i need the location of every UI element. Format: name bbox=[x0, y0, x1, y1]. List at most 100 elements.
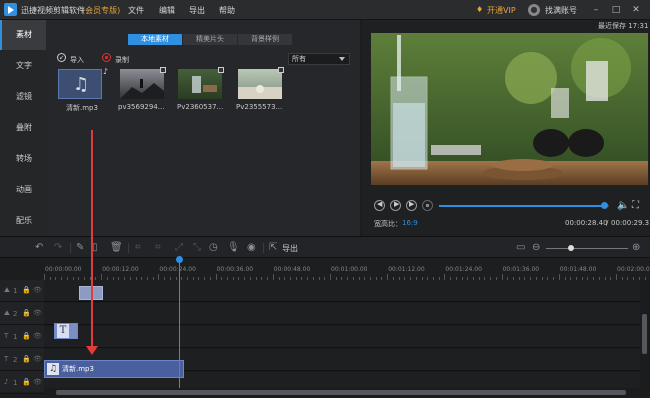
chevron-down-icon bbox=[339, 57, 345, 61]
media-filter-select[interactable]: 所有 bbox=[288, 53, 350, 65]
lock-icon[interactable]: 🔒 bbox=[22, 309, 31, 317]
zoom-out-icon[interactable]: ⊖ bbox=[532, 242, 540, 254]
nav-item-music[interactable]: 配乐 bbox=[0, 206, 46, 236]
preview-progress-bar[interactable] bbox=[439, 202, 609, 209]
export-icon[interactable]: ⇱ bbox=[269, 242, 277, 254]
media-item-video-1[interactable] bbox=[120, 67, 166, 99]
media-item-video-2[interactable] bbox=[178, 67, 224, 99]
ruler-tick-label: 00:00:48.00 bbox=[273, 266, 311, 273]
stop-button[interactable] bbox=[422, 200, 433, 211]
preview-panel: 最近保存 17:31 ◀ ▶ ▶ 🔈 ⛶ 宽高比： 16:9 00:00:28.… bbox=[362, 20, 650, 236]
account-button[interactable]: 找满账号 bbox=[545, 5, 577, 16]
play-button[interactable]: ▶ bbox=[390, 200, 401, 211]
text-clip-icon: T bbox=[57, 324, 69, 338]
vertical-scroll-thumb[interactable] bbox=[642, 314, 647, 354]
speed-icon[interactable]: ⤡ bbox=[193, 242, 201, 254]
delete-icon[interactable]: 🗑 bbox=[110, 242, 123, 254]
timeline-ruler[interactable]: 00:00:00.00 00:00:12.00 00:00:24.00 00:00:3… bbox=[44, 258, 650, 280]
horizontal-scroll-thumb[interactable] bbox=[56, 390, 626, 395]
redo-icon[interactable]: ↷ bbox=[54, 242, 62, 254]
lock-icon[interactable]: 🔒 bbox=[22, 286, 31, 294]
media-item-label-3: Pv2360537... bbox=[177, 103, 224, 111]
fit-timeline-icon[interactable]: ▭ bbox=[516, 242, 525, 254]
track-index: 2 bbox=[13, 310, 18, 318]
zoom-in-icon[interactable]: ⊕ bbox=[632, 242, 640, 254]
tab-intros[interactable]: 精美片头 bbox=[183, 34, 237, 45]
track-row bbox=[44, 303, 640, 325]
crop-icon[interactable]: ⌗ bbox=[135, 242, 141, 254]
volume-icon[interactable]: 🔈 bbox=[617, 200, 629, 211]
next-frame-button[interactable]: ▶ bbox=[406, 200, 417, 211]
eye-icon[interactable]: 👁 bbox=[33, 332, 42, 340]
menu-help[interactable]: 帮助 bbox=[219, 5, 235, 16]
minimize-icon[interactable]: – bbox=[590, 4, 602, 16]
duration-icon[interactable]: ◷ bbox=[209, 242, 218, 254]
ruler-tick-label: 00:01:24.00 bbox=[445, 266, 482, 273]
video-thumbnail-2 bbox=[192, 76, 217, 93]
track-header: ⛰ 1 🔒 👁 bbox=[0, 280, 44, 302]
playhead-handle[interactable] bbox=[176, 256, 183, 263]
prev-frame-button[interactable]: ◀ bbox=[374, 200, 385, 211]
undo-icon[interactable]: ↶ bbox=[35, 242, 43, 254]
lock-icon[interactable]: 🔒 bbox=[22, 378, 31, 386]
vip-icon: ♦ bbox=[476, 5, 484, 14]
track-headers: ⛰ 1 🔒 👁 ⛰ 2 🔒 👁 T 1 🔒 👁 T 2 🔒 👁 ♪ 1 🔒 👁 bbox=[0, 280, 44, 394]
tab-background-samples[interactable]: 背景样例 bbox=[238, 34, 292, 45]
vip-button[interactable]: 开通VIP bbox=[487, 5, 516, 16]
nav-item-filter[interactable]: 滤镜 bbox=[0, 82, 46, 112]
dub-icon[interactable]: ◉ bbox=[247, 242, 256, 254]
nav-item-overlay[interactable]: 叠附 bbox=[0, 113, 46, 143]
lock-icon[interactable]: 🔒 bbox=[22, 355, 31, 363]
eye-icon[interactable]: 👁 bbox=[33, 309, 42, 317]
zoom-region-icon[interactable]: ⤢ bbox=[175, 242, 183, 254]
app-logo-icon bbox=[4, 3, 17, 16]
autosave-status: 最近保存 17:31 bbox=[598, 22, 649, 30]
audio-clip-label: 清新.mp3 bbox=[62, 365, 94, 373]
title-bar: 迅捷视频剪辑软件 (会员专版) 文件 编辑 导出 帮助 ♦ 开通VIP ● 找满… bbox=[0, 0, 650, 20]
playhead[interactable] bbox=[179, 258, 180, 392]
ruler-tick-label: 00:00:00.00 bbox=[45, 266, 82, 273]
menu-export[interactable]: 导出 bbox=[189, 5, 205, 16]
avatar-icon[interactable]: ● bbox=[528, 4, 540, 16]
nav-item-text[interactable]: 文字 bbox=[0, 51, 46, 81]
maximize-icon[interactable]: □ bbox=[610, 4, 622, 16]
audio-clip[interactable]: ♫ 清新.mp3 bbox=[44, 360, 184, 378]
mosaic-icon[interactable]: ⌗ bbox=[155, 242, 161, 254]
eye-icon[interactable]: 👁 bbox=[33, 378, 42, 386]
ruler-tick-label: 00:00:12.00 bbox=[102, 266, 139, 273]
track-index: 1 bbox=[13, 333, 18, 341]
menu-file[interactable]: 文件 bbox=[128, 5, 144, 16]
record-icon[interactable] bbox=[102, 53, 111, 62]
video-thumbnail-3 bbox=[238, 85, 282, 99]
timeline-tracks[interactable]: T ♫ 清新.mp3 bbox=[44, 130, 640, 394]
nav-item-animation[interactable]: 动画 bbox=[0, 175, 46, 205]
import-icon[interactable]: ↙ bbox=[57, 53, 66, 62]
microphone-icon[interactable]: 🎙 bbox=[227, 242, 240, 254]
fullscreen-icon[interactable]: ⛶ bbox=[632, 200, 639, 211]
total-time: 00:00:29.31 bbox=[611, 219, 650, 227]
media-item-video-3[interactable] bbox=[238, 67, 284, 99]
media-item-audio[interactable]: ♫ ♪ bbox=[58, 67, 108, 99]
import-button[interactable]: 导入 bbox=[70, 55, 84, 65]
zoom-slider[interactable] bbox=[546, 245, 628, 251]
nav-item-material[interactable]: 素材 bbox=[0, 20, 46, 50]
text-clip[interactable]: T bbox=[54, 323, 78, 339]
eye-icon[interactable]: 👁 bbox=[33, 286, 42, 294]
eye-icon[interactable]: 👁 bbox=[33, 355, 42, 363]
tab-local-material[interactable]: 本地素材 bbox=[128, 34, 182, 45]
timeline-horizontal-scrollbar[interactable] bbox=[44, 388, 640, 398]
timeline-vertical-scrollbar[interactable] bbox=[640, 280, 650, 392]
media-panel: 本地素材 精美片头 背景样例 ↙ 导入 录制 所有 ♫ ♪ 清新.mp3 pv3… bbox=[46, 20, 360, 236]
zoom-slider-handle[interactable] bbox=[568, 245, 574, 251]
record-button[interactable]: 录制 bbox=[115, 55, 129, 65]
export-button[interactable]: 导出 bbox=[282, 243, 298, 255]
nav-item-transition[interactable]: 转场 bbox=[0, 144, 46, 174]
music-badge-icon: ♪ bbox=[102, 67, 108, 76]
aspect-ratio-label: 宽高比： bbox=[374, 220, 402, 228]
close-icon[interactable]: ✕ bbox=[630, 4, 642, 16]
preview-progress-handle[interactable] bbox=[600, 202, 608, 209]
edit-icon[interactable]: ✎ bbox=[76, 242, 84, 254]
lock-icon[interactable]: 🔒 bbox=[22, 332, 31, 340]
aspect-ratio-value[interactable]: 16:9 bbox=[402, 219, 418, 227]
menu-edit[interactable]: 编辑 bbox=[159, 5, 175, 16]
